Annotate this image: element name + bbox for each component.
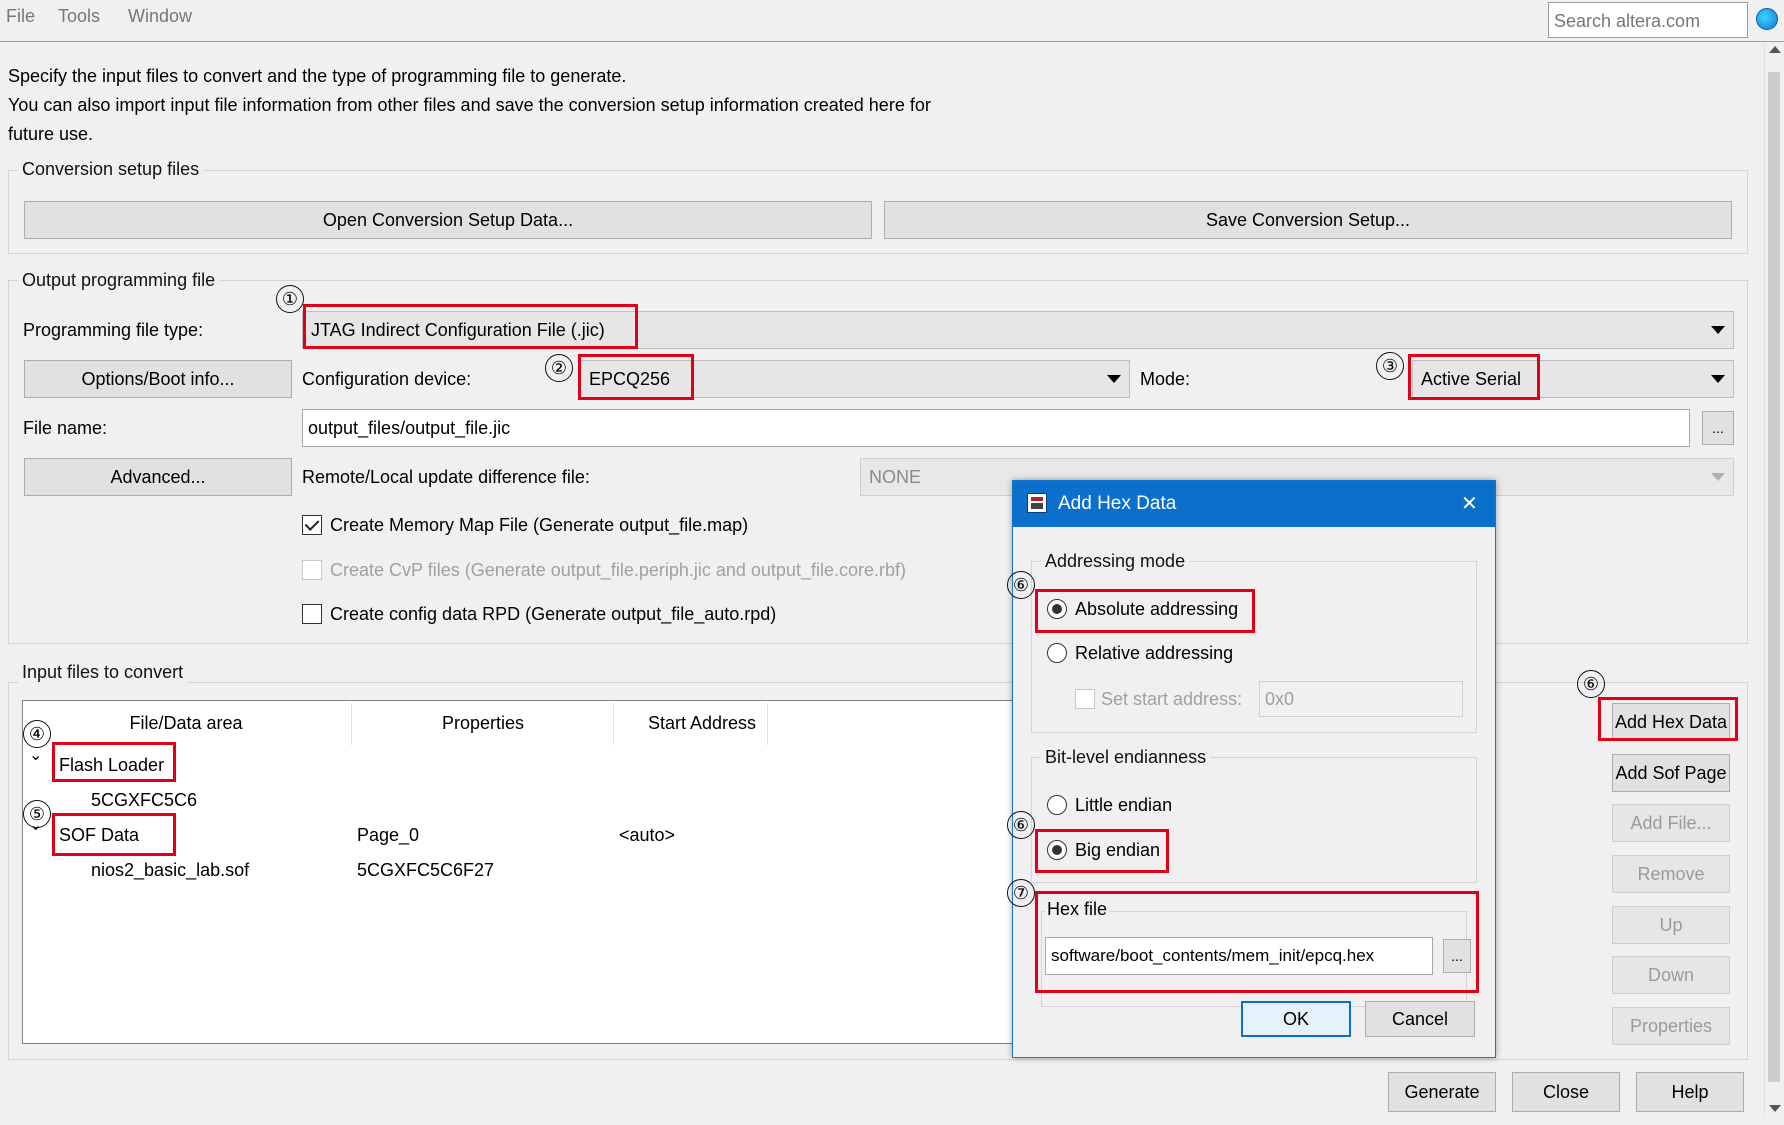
programming-file-type-label: Programming file type: bbox=[23, 320, 204, 340]
output-programming-title: Output programming file bbox=[18, 270, 220, 291]
globe-icon[interactable] bbox=[1756, 8, 1778, 30]
highlight-box-flash-loader bbox=[52, 742, 176, 782]
chevron-down-icon bbox=[1107, 375, 1121, 383]
remove-button[interactable]: Remove bbox=[1612, 855, 1730, 893]
addressing-mode-title: Addressing mode bbox=[1041, 551, 1190, 572]
annotation-marker-1: ① bbox=[276, 285, 304, 313]
set-start-address-checkbox[interactable] bbox=[1075, 689, 1095, 709]
annotation-marker-2: ② bbox=[545, 354, 573, 382]
endianness-title: Bit-level endianness bbox=[1041, 747, 1211, 768]
create-memory-map-checkbox[interactable] bbox=[302, 515, 322, 535]
menu-file[interactable]: File bbox=[6, 6, 35, 27]
sof-data-properties: Page_0 bbox=[357, 825, 420, 845]
create-cvp-label: Create CvP files (Generate output_file.p… bbox=[330, 560, 906, 580]
annotation-marker-4: ④ bbox=[23, 720, 51, 748]
menu-window[interactable]: Window bbox=[128, 6, 192, 27]
save-conversion-setup-button[interactable]: Save Conversion Setup... bbox=[884, 201, 1732, 239]
menu-tools[interactable]: Tools bbox=[58, 6, 100, 27]
configuration-device-label: Configuration device: bbox=[302, 369, 472, 389]
annotation-marker-7: ⑦ bbox=[1007, 879, 1035, 907]
chevron-down-icon bbox=[1711, 326, 1725, 334]
annotation-marker-6: ⑥ bbox=[1577, 670, 1605, 698]
little-endian-radio[interactable] bbox=[1047, 795, 1067, 815]
chevron-down-icon bbox=[1711, 473, 1725, 481]
close-icon[interactable]: ✕ bbox=[1461, 491, 1478, 516]
annotation-marker-6: ⑥ bbox=[1007, 811, 1035, 839]
relative-addressing-label: Relative addressing bbox=[1075, 643, 1234, 663]
highlight-box-big-endian bbox=[1035, 829, 1169, 873]
highlight-box-sof-data bbox=[52, 813, 176, 856]
sof-data-start-address: <auto> bbox=[619, 825, 676, 845]
options-boot-info-button[interactable]: Options/Boot info... bbox=[24, 360, 292, 398]
little-endian-label: Little endian bbox=[1075, 795, 1173, 815]
search-input[interactable]: Search altera.com bbox=[1548, 2, 1748, 38]
annotation-marker-3: ③ bbox=[1376, 352, 1404, 380]
close-button[interactable]: Close bbox=[1512, 1072, 1620, 1112]
create-rpd-checkbox[interactable] bbox=[302, 604, 322, 624]
column-divider bbox=[767, 703, 768, 745]
highlight-box-device bbox=[578, 354, 694, 400]
tree-row-flash-device[interactable]: 5CGXFC5C6 bbox=[91, 790, 197, 811]
highlight-box-hex-file bbox=[1035, 891, 1479, 993]
file-name-browse-button[interactable]: ... bbox=[1702, 411, 1734, 445]
generate-button[interactable]: Generate bbox=[1388, 1072, 1496, 1112]
cancel-button[interactable]: Cancel bbox=[1365, 1001, 1475, 1037]
advanced-button[interactable]: Advanced... bbox=[24, 458, 292, 496]
sof-file-properties: 5CGXFC5C6F27 bbox=[357, 860, 495, 880]
column-divider bbox=[351, 703, 352, 745]
remote-local-update-label: Remote/Local update difference file: bbox=[302, 467, 590, 487]
help-button[interactable]: Help bbox=[1636, 1072, 1744, 1112]
up-button[interactable]: Up bbox=[1612, 906, 1730, 944]
create-memory-map-label: Create Memory Map File (Generate output_… bbox=[330, 515, 749, 535]
relative-addressing-radio[interactable] bbox=[1047, 643, 1067, 663]
file-name-input[interactable]: output_files/output_file.jic bbox=[302, 409, 1690, 447]
column-properties[interactable]: Properties bbox=[353, 713, 613, 734]
description-line-1: Specify the input files to convert and t… bbox=[8, 66, 627, 86]
down-button[interactable]: Down bbox=[1612, 956, 1730, 994]
vertical-scrollbar[interactable] bbox=[1764, 42, 1784, 1118]
create-rpd-label: Create config data RPD (Generate output_… bbox=[330, 604, 777, 624]
description-line-3: future use. bbox=[8, 124, 94, 144]
file-name-label: File name: bbox=[23, 418, 108, 438]
description: Specify the input files to convert and t… bbox=[8, 62, 1008, 149]
start-address-input[interactable]: 0x0 bbox=[1259, 681, 1463, 717]
dialog-title: Add Hex Data bbox=[1058, 493, 1177, 514]
create-cvp-checkbox[interactable] bbox=[302, 560, 322, 580]
conversion-setup-title: Conversion setup files bbox=[18, 159, 204, 180]
mode-label: Mode: bbox=[1140, 369, 1191, 389]
scroll-up-icon[interactable] bbox=[1769, 46, 1781, 53]
annotation-marker-6: ⑥ bbox=[1007, 571, 1035, 599]
add-hex-data-dialog: Add Hex Data ✕ Addressing mode Absolute … bbox=[1007, 480, 1496, 1058]
add-sof-page-button[interactable]: Add Sof Page bbox=[1612, 754, 1730, 792]
set-start-address-label: Set start address: bbox=[1101, 689, 1243, 709]
dialog-title-bar[interactable]: Add Hex Data ✕ bbox=[1013, 481, 1495, 527]
column-divider bbox=[613, 703, 614, 745]
annotation-marker-5: ⑤ bbox=[23, 800, 51, 828]
collapse-chevron-icon[interactable]: ⌄ bbox=[29, 745, 42, 765]
scroll-down-icon[interactable] bbox=[1769, 1105, 1781, 1112]
highlight-box-mode bbox=[1408, 354, 1540, 400]
open-conversion-setup-button[interactable]: Open Conversion Setup Data... bbox=[24, 201, 872, 239]
add-file-button[interactable]: Add File... bbox=[1612, 804, 1730, 842]
column-file-data-area[interactable]: File/Data area bbox=[23, 713, 349, 734]
tree-row-sof-file[interactable]: nios2_basic_lab.sof bbox=[91, 860, 249, 881]
input-files-title: Input files to convert bbox=[18, 662, 188, 683]
description-line-2: You can also import input file informati… bbox=[8, 95, 931, 115]
menu-bar: File Tools Window Search altera.com bbox=[0, 0, 1784, 42]
chevron-down-icon bbox=[1711, 375, 1725, 383]
scrollbar-thumb[interactable] bbox=[1768, 72, 1780, 1082]
remote-local-update-value: NONE bbox=[869, 466, 922, 487]
properties-button[interactable]: Properties bbox=[1612, 1007, 1730, 1045]
highlight-box-file-type bbox=[303, 304, 638, 349]
ok-button[interactable]: OK bbox=[1241, 1001, 1351, 1037]
column-start-address[interactable]: Start Address bbox=[615, 713, 789, 734]
highlight-box-absolute bbox=[1035, 589, 1255, 633]
highlight-box-add-hex bbox=[1598, 697, 1738, 741]
app-icon bbox=[1027, 493, 1047, 513]
